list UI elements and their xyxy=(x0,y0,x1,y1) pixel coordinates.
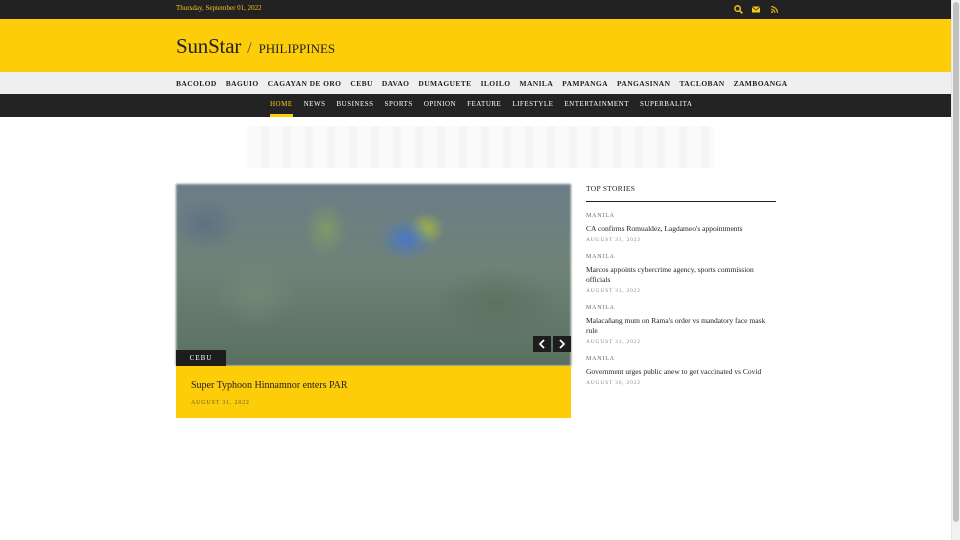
story-category[interactable]: MANILA xyxy=(586,356,776,362)
rss-icon[interactable] xyxy=(769,3,779,15)
city-link-manila[interactable]: MANILA xyxy=(520,79,554,88)
story-date: AUGUST 31, 2022 xyxy=(586,288,641,294)
list-item: MANILA Government urges public anew to g… xyxy=(586,356,776,386)
section-link-home[interactable]: HOME xyxy=(270,94,293,117)
city-nav: BACOLOD BAGUIO CAGAYAN DE ORO CEBU DAVAO… xyxy=(0,72,951,94)
city-link-pampanga[interactable]: PAMPANGA xyxy=(562,79,608,88)
story-headline[interactable]: Government urges public anew to get vacc… xyxy=(586,367,776,377)
top-stories-heading: TOP STORIES xyxy=(586,184,776,202)
featured-date: AUGUST 31, 2022 xyxy=(191,400,250,406)
slider-prev-button[interactable] xyxy=(533,336,551,352)
page-scrollbar[interactable] xyxy=(951,0,960,540)
section-link-superbalita[interactable]: SUPERBALITA xyxy=(640,94,692,117)
site-header: SunStar / PHILIPPINES xyxy=(0,19,951,72)
list-item: MANILA CA confirms Romualdez, Lagdameo's… xyxy=(586,213,776,243)
section-link-news[interactable]: NEWS xyxy=(304,94,326,117)
list-item: MANILA Malacañang mum on Rama's order vs… xyxy=(586,305,776,345)
section-link-sports[interactable]: SPORTS xyxy=(385,94,413,117)
story-headline[interactable]: CA confirms Romualdez, Lagdameo's appoin… xyxy=(586,224,776,234)
story-headline[interactable]: Marcos appoints cybercrime agency, sport… xyxy=(586,265,776,285)
chevron-left-icon xyxy=(538,339,545,349)
section-nav: HOME NEWS BUSINESS SPORTS OPINION FEATUR… xyxy=(0,94,951,117)
featured-slider: CEBU Super Typhoon Hinnamnor enters PAR … xyxy=(176,184,571,418)
city-link-cagayan-de-oro[interactable]: CAGAYAN DE ORO xyxy=(268,79,342,88)
story-category[interactable]: MANILA xyxy=(586,305,776,311)
city-link-baguio[interactable]: BAGUIO xyxy=(226,79,259,88)
city-link-davao[interactable]: DAVAO xyxy=(382,79,410,88)
logo-separator: / xyxy=(247,40,252,57)
list-item: MANILA Marcos appoints cybercrime agency… xyxy=(586,254,776,294)
section-link-lifestyle[interactable]: LIFESTYLE xyxy=(512,94,553,117)
city-link-cebu[interactable]: CEBU xyxy=(350,79,372,88)
scrollbar-thumb[interactable] xyxy=(953,2,959,522)
top-bar-icons xyxy=(733,3,779,15)
current-date: Thursday, September 01, 2022 xyxy=(176,4,262,12)
featured-title[interactable]: Super Typhoon Hinnamnor enters PAR xyxy=(191,380,348,391)
ad-placeholder xyxy=(247,126,714,168)
site-logo[interactable]: SunStar xyxy=(176,34,241,59)
edition-label[interactable]: PHILIPPINES xyxy=(259,41,336,57)
story-category[interactable]: MANILA xyxy=(586,254,776,260)
story-date: AUGUST 31, 2022 xyxy=(586,237,641,243)
category-tag[interactable]: CEBU xyxy=(176,350,226,366)
featured-image[interactable] xyxy=(176,184,571,366)
section-link-feature[interactable]: FEATURE xyxy=(467,94,501,117)
brand[interactable]: SunStar / PHILIPPINES xyxy=(176,34,335,59)
section-link-business[interactable]: BUSINESS xyxy=(336,94,373,117)
city-link-dumaguete[interactable]: DUMAGUETE xyxy=(418,79,471,88)
section-link-opinion[interactable]: OPINION xyxy=(424,94,456,117)
section-link-entertainment[interactable]: ENTERTAINMENT xyxy=(564,94,629,117)
city-link-bacolod[interactable]: BACOLOD xyxy=(176,79,217,88)
featured-caption: Super Typhoon Hinnamnor enters PAR AUGUS… xyxy=(176,366,571,418)
top-stories: TOP STORIES MANILA CA confirms Romualdez… xyxy=(586,184,776,386)
story-date: AUGUST 30, 2022 xyxy=(586,380,641,386)
city-link-zamboanga[interactable]: ZAMBOANGA xyxy=(734,79,788,88)
top-bar: Thursday, September 01, 2022 xyxy=(0,0,951,19)
city-link-tacloban[interactable]: TACLOBAN xyxy=(679,79,724,88)
mail-icon[interactable] xyxy=(751,3,761,15)
story-category[interactable]: MANILA xyxy=(586,213,776,219)
slider-next-button[interactable] xyxy=(553,336,571,352)
city-link-iloilo[interactable]: ILOILO xyxy=(481,79,511,88)
search-icon[interactable] xyxy=(733,3,743,15)
story-headline[interactable]: Malacañang mum on Rama's order vs mandat… xyxy=(586,316,776,336)
story-date: AUGUST 31, 2022 xyxy=(586,339,641,345)
chevron-right-icon xyxy=(559,339,566,349)
city-link-pangasinan[interactable]: PANGASINAN xyxy=(617,79,670,88)
